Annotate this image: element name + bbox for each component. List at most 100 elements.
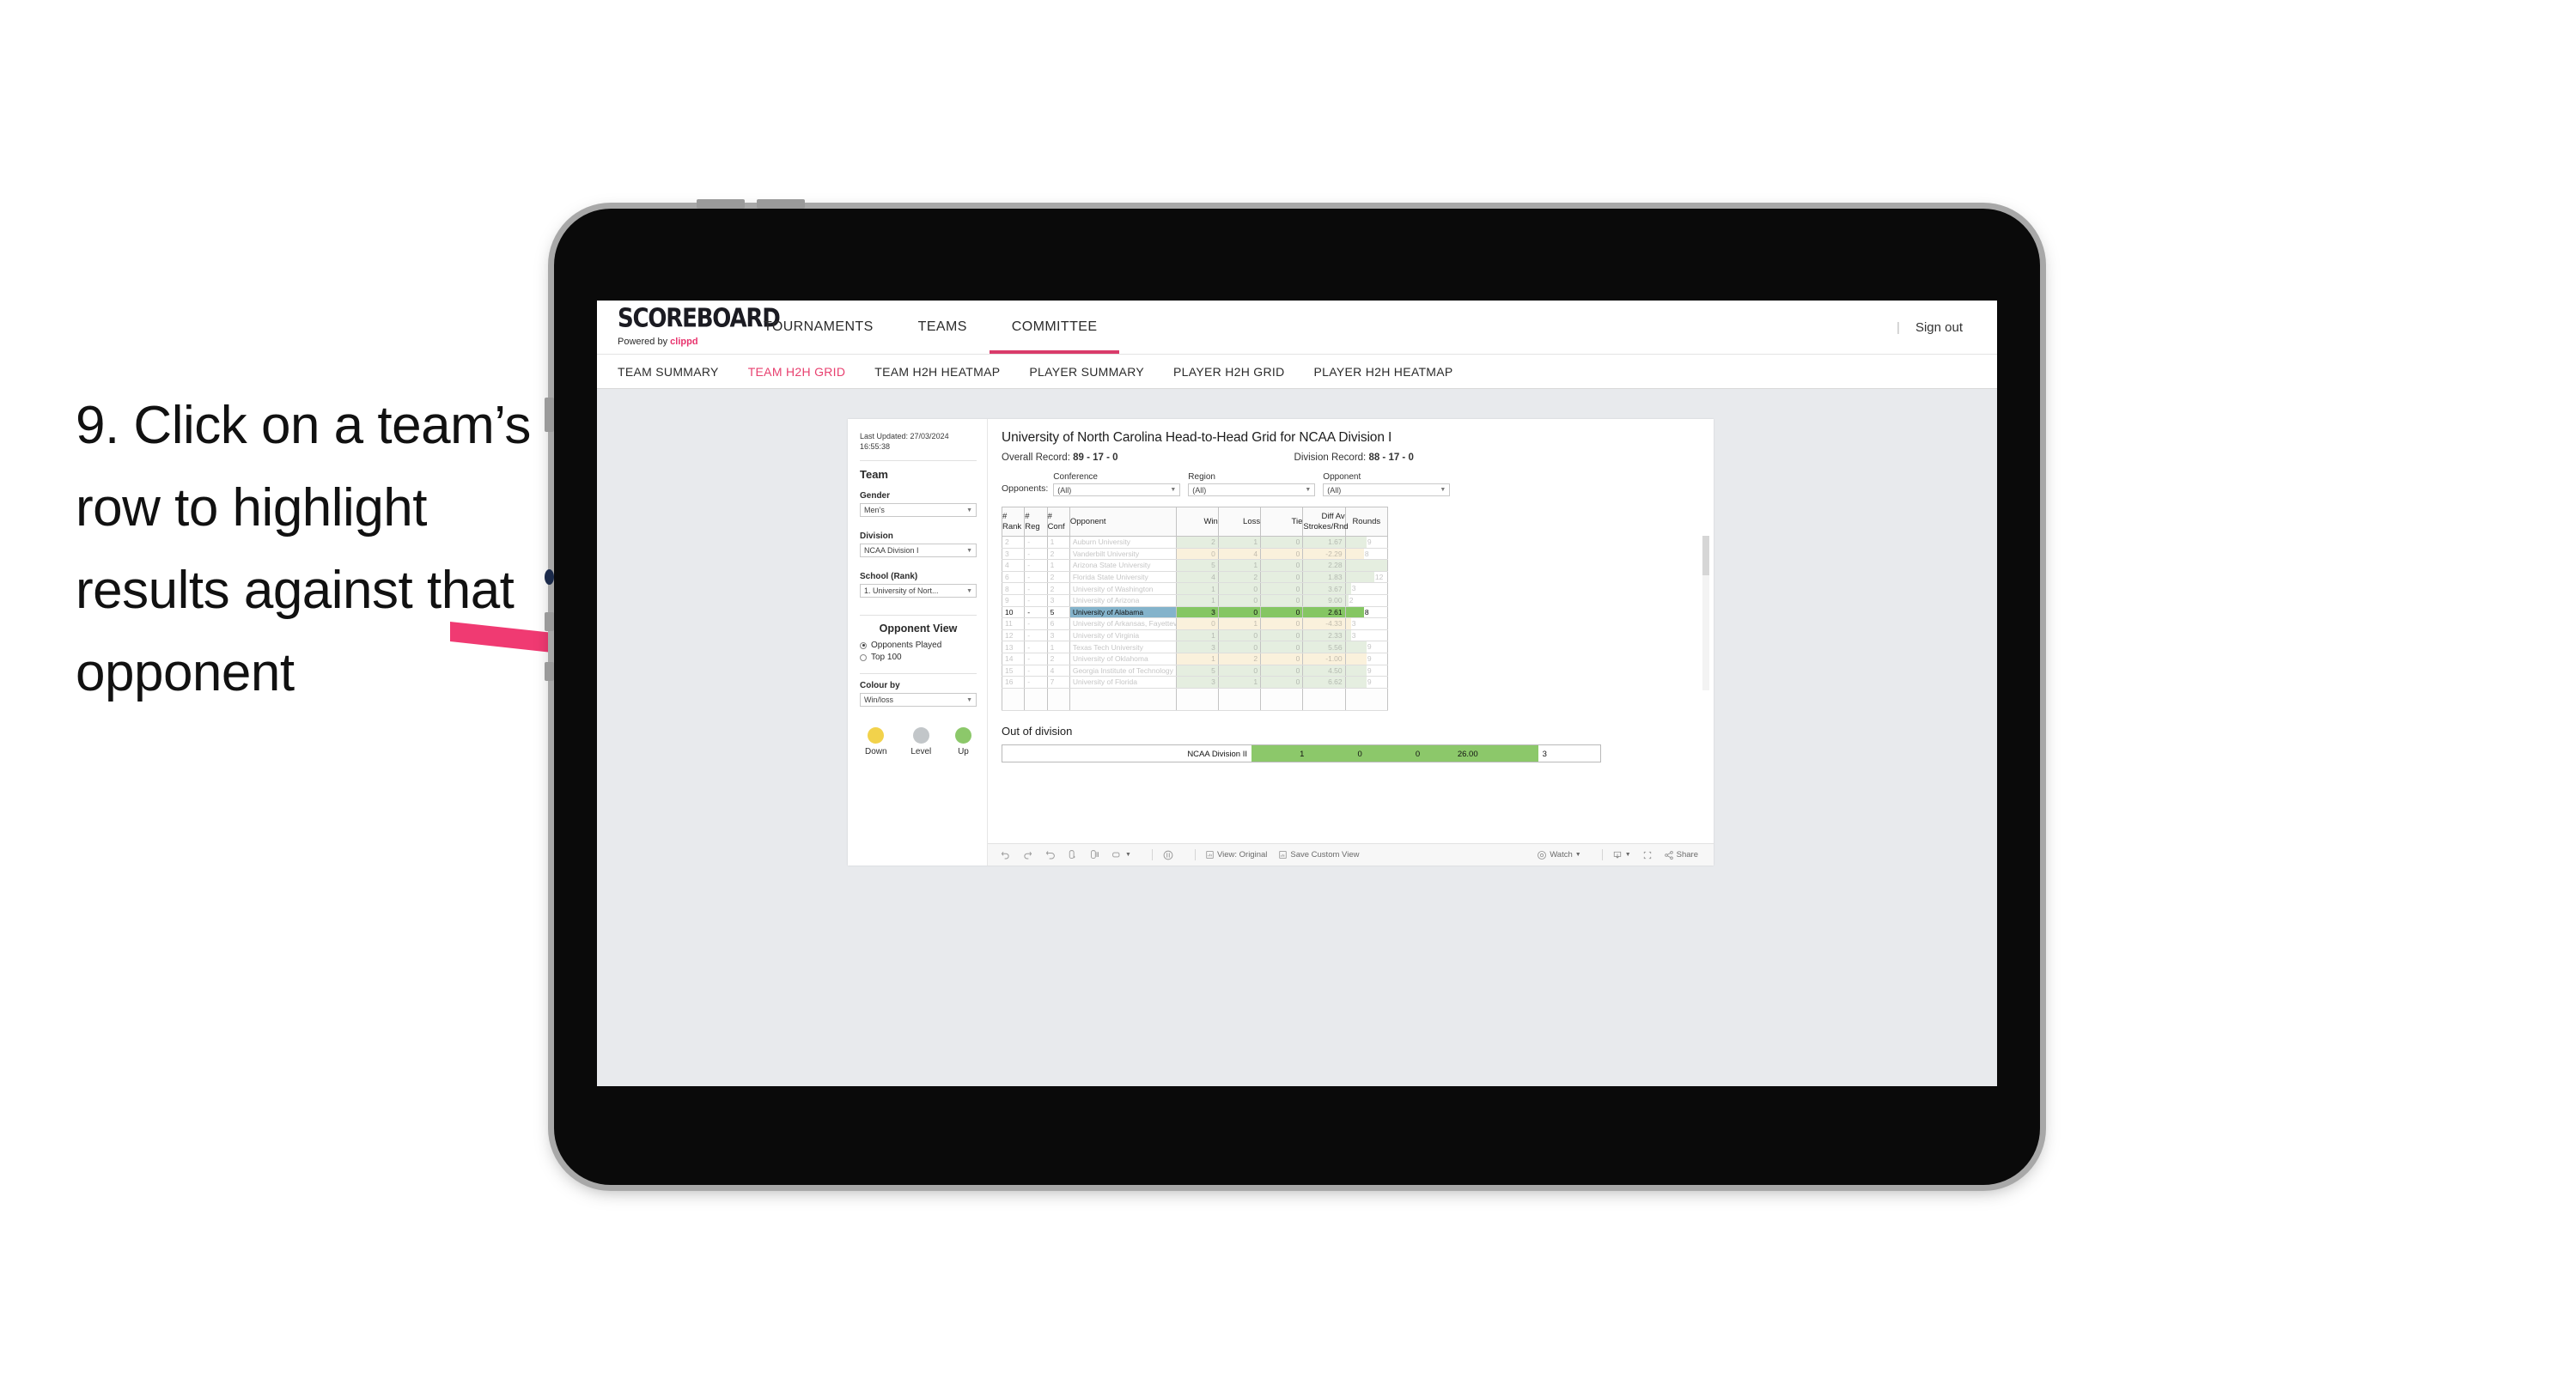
out-of-division-row[interactable]: NCAA Division II 1 0 0 26.00 3 [1002,744,1601,762]
subnav-player-h2h-heatmap[interactable]: PLAYER H2H HEATMAP [1314,365,1453,379]
nav-teams[interactable]: TEAMS [896,301,990,354]
subnav-player-summary[interactable]: PLAYER SUMMARY [1029,365,1144,379]
cell-diff: 5.56 [1302,641,1346,653]
table-row[interactable]: 8-2 University of Washington 1 0 0 3.67 3 [1001,582,1389,595]
cell-reg: - [1024,664,1048,677]
app-logo[interactable]: SCOREBOARD Powered by clippd [597,301,781,354]
gender-select[interactable]: Men’s ▼ [860,503,977,518]
subnav-team-h2h-heatmap[interactable]: TEAM H2H HEATMAP [874,365,1000,379]
cell-rank: 12 [1001,629,1026,642]
fullscreen-icon[interactable] [1642,850,1653,860]
table-row[interactable]: 12-3 University of Virginia 1 0 0 2.33 3 [1001,629,1389,642]
ood-loss: 0 [1309,744,1367,762]
sidebar-divider-1 [860,460,977,462]
table-row[interactable]: 14-2 University of Oklahoma 1 2 0 -1.00 9 [1001,652,1389,665]
save-custom-view-button[interactable]: Save Custom View [1278,850,1359,860]
subnav-team-h2h-grid[interactable]: TEAM H2H GRID [748,365,846,379]
spacer-cell [1344,687,1389,711]
spacer-cell [1001,687,1026,711]
cell-reg: - [1024,629,1048,642]
header-rank-l2: Rank [1002,521,1022,532]
sidebar-divider-3 [860,673,977,675]
logo-wordmark: SCOREBOARD [618,303,781,334]
cell-reg: - [1024,593,1048,607]
division-select[interactable]: NCAA Division I ▼ [860,544,977,558]
table-row[interactable]: 10-5 University of Alabama 3 0 0 2.61 8 [1001,605,1389,619]
chevron-down-icon: ▼ [1440,487,1446,493]
filter-conference: Conference (All) ▼ [1053,472,1181,496]
cell-rounds: 9 [1344,652,1389,665]
nav-tournaments[interactable]: TOURNAMENTS [741,301,896,354]
signout-link[interactable]: Sign out [1915,320,1963,335]
spacer-cell [1260,687,1304,711]
filter-opponent-value: (All) [1327,485,1342,495]
colour-by-select[interactable]: Win/loss ▼ [860,693,977,708]
table-row[interactable]: 9-3 University of Arizona 1 0 0 9.00 2 [1001,593,1389,607]
cell-diff: 1.83 [1302,570,1346,584]
table-row[interactable]: 13-1 Texas Tech University 3 0 0 5.56 9 [1001,641,1389,653]
watch-button[interactable]: Watch ▼ [1537,850,1581,860]
table-row[interactable]: 2-1 Auburn University 2 1 0 1.67 9 [1001,536,1389,549]
cell-conf: 3 [1046,629,1070,642]
table-scrollbar-thumb[interactable] [1702,536,1709,575]
cell-tie: 0 [1260,582,1304,595]
device-layout-icon[interactable]: ▼ [1111,849,1131,860]
redo-icon[interactable] [1022,849,1033,860]
cell-conf: 1 [1046,559,1070,572]
cell-reg: - [1024,570,1048,584]
table-row[interactable]: 6-2 Florida State University 4 2 0 1.83 12 [1001,570,1389,584]
radio-top-100[interactable]: Top 100 [860,653,977,662]
nav-committee[interactable]: COMMITTEE [989,301,1120,354]
pause-auto-update-icon[interactable] [1162,849,1174,861]
cell-conf: 1 [1046,536,1070,549]
volume-up-button [697,199,745,209]
subnav-team-summary[interactable]: TEAM SUMMARY [618,365,719,379]
table-spacer-row [1001,687,1389,711]
opponent-view-heading: Opponent View [879,623,958,635]
cell-loss: 0 [1217,605,1262,619]
refresh-data-icon[interactable] [1067,849,1078,860]
download-icon[interactable]: ▼ [1612,850,1631,860]
cell-win: 0 [1175,547,1219,561]
cell-opponent: Auburn University [1069,536,1177,549]
cell-rank: 10 [1001,605,1026,619]
cell-conf: 2 [1046,547,1070,561]
share-button[interactable]: Share [1664,850,1698,860]
undo-icon[interactable] [1000,849,1011,860]
cell-win: 3 [1175,676,1219,689]
legend-label-up: Up [958,747,969,757]
cell-loss: 0 [1217,593,1262,607]
cell-rounds: 9 [1344,641,1389,653]
filter-region-label: Region [1188,472,1215,482]
filter-region-select[interactable]: (All) ▼ [1188,483,1316,496]
subnav-player-h2h-grid[interactable]: PLAYER H2H GRID [1173,365,1285,379]
radio-top-100-label: Top 100 [871,653,902,663]
pause-updates-icon[interactable] [1089,849,1100,860]
header-opponent: Opponent [1069,507,1177,537]
logo-tagline-prefix: Powered by [618,337,671,347]
cell-conf: 1 [1046,641,1070,653]
table-row[interactable]: 3-2 Vanderbilt University 0 4 0 -2.29 8 [1001,547,1389,561]
revert-icon[interactable] [1044,849,1056,860]
cell-rank: 6 [1001,570,1026,584]
table-row[interactable]: 16-7 University of Florida 3 1 0 6.62 9 [1001,676,1389,689]
filter-conference-select[interactable]: (All) ▼ [1053,483,1181,496]
chevron-down-icon: ▼ [966,507,972,513]
table-row[interactable]: 4-1Arizona State University5102.2817 [1001,559,1389,572]
view-original-button[interactable]: View: Original [1205,850,1267,860]
volume-down-button [757,199,805,209]
cell-win: 1 [1175,593,1219,607]
radio-opponents-played[interactable]: Opponents Played [860,641,977,650]
filter-opponent-select[interactable]: (All) ▼ [1323,483,1451,496]
cell-rank: 2 [1001,536,1026,549]
dashboard-canvas: Last Updated: 27/03/2024 16:55:38 Team G… [597,389,1997,1085]
table-row[interactable]: 15-4 Georgia Institute of Technology 5 0 0 4.… [1001,664,1389,677]
header-rank: # Rank [1001,507,1026,537]
cell-opponent: University of Florida [1069,676,1177,689]
colour-by-value: Win/loss [864,696,894,705]
filter-region: Region (All) ▼ [1188,472,1316,496]
school-select[interactable]: 1. University of Nort... ▼ [860,584,977,598]
header-diff-l2: Strokes/Rnd [1303,521,1349,532]
table-row[interactable]: 11-6 University of Arkansas, Fayetteville… [1001,617,1389,630]
side-button-b [545,612,554,631]
